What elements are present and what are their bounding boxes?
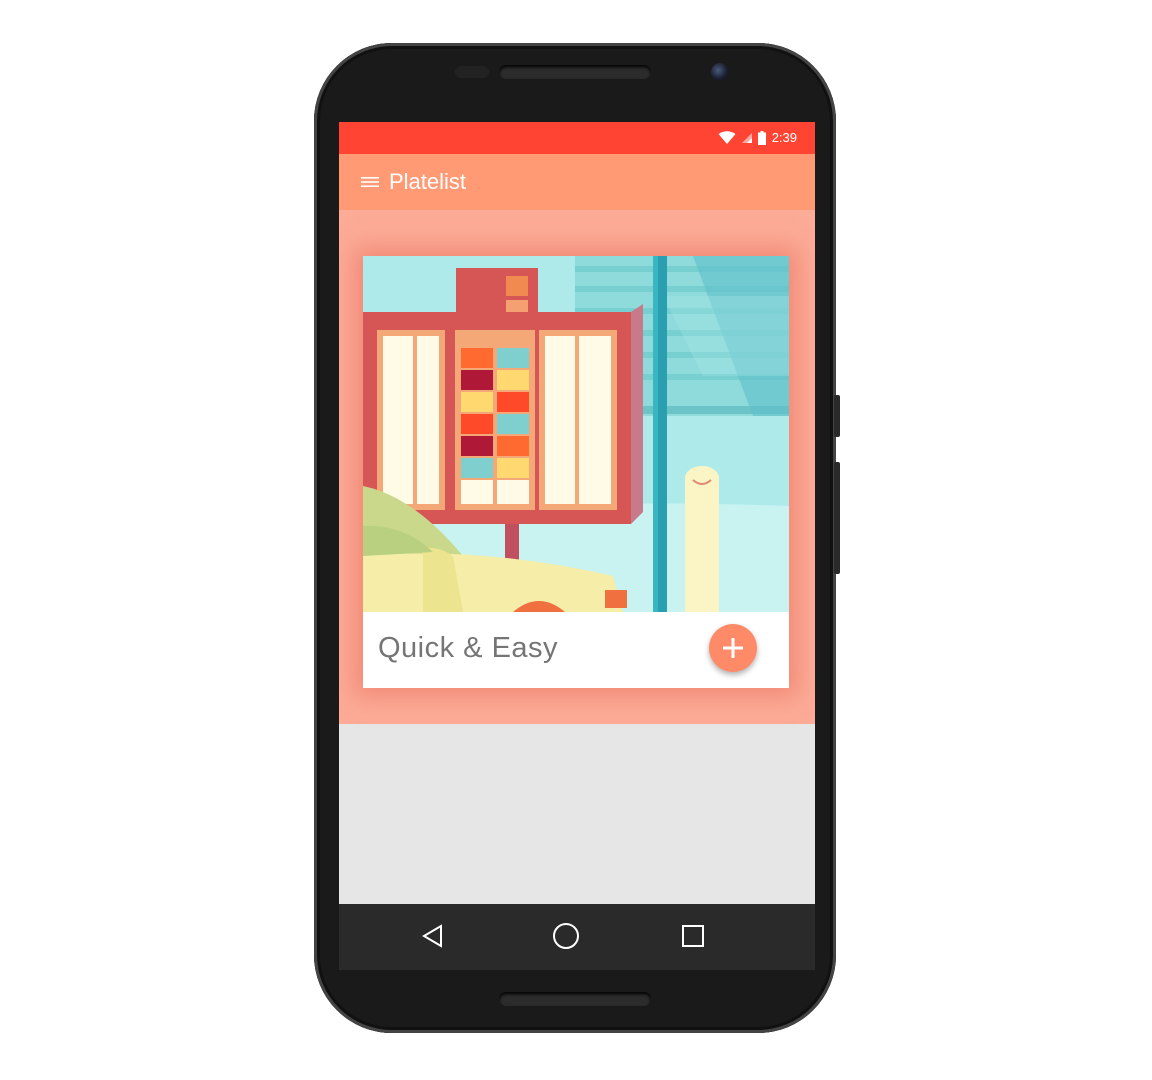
back-triangle-icon	[422, 924, 442, 948]
hamburger-menu-icon[interactable]	[361, 176, 379, 188]
add-button[interactable]	[709, 624, 757, 672]
home-button[interactable]	[548, 918, 584, 954]
content-area: Quick & Easy	[339, 210, 815, 724]
back-button[interactable]	[415, 918, 451, 954]
recents-square-icon	[682, 925, 704, 947]
cell-signal-icon	[741, 132, 752, 143]
drive-thru-menu-illustration	[363, 256, 789, 612]
proximity-sensor	[455, 66, 489, 78]
status-icons: 2:39	[718, 130, 797, 145]
phone-screen: 2:39 Platelist Quick & Easy	[339, 122, 815, 970]
wifi-icon	[718, 130, 736, 144]
bottom-speaker-grille	[499, 992, 651, 1006]
plus-icon	[723, 638, 743, 658]
card-title: Quick & Easy	[378, 632, 559, 664]
status-bar: 2:39	[339, 122, 815, 154]
app-bar: Platelist	[339, 154, 815, 210]
navigation-bar	[339, 904, 815, 970]
battery-icon	[757, 130, 766, 145]
status-time: 2:39	[771, 130, 797, 145]
recents-button[interactable]	[675, 918, 711, 954]
volume-button	[834, 395, 840, 437]
top-speaker-grille	[499, 65, 651, 79]
front-camera	[711, 63, 729, 81]
home-circle-icon	[553, 923, 579, 949]
recipe-card[interactable]: Quick & Easy	[363, 256, 789, 688]
app-title: Platelist	[389, 169, 467, 194]
power-button	[834, 462, 840, 574]
